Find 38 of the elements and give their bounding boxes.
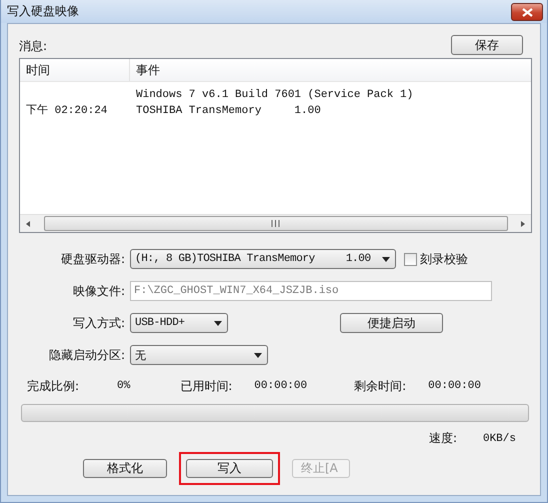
messages-label: 消息: [19, 38, 48, 55]
window-title: 写入硬盘映像 [7, 3, 79, 20]
close-button[interactable] [511, 3, 543, 21]
caret-icon [382, 256, 390, 262]
grip-icon [271, 220, 280, 227]
horizontal-scrollbar[interactable] [20, 214, 531, 232]
stat-label: 剩余时间: [354, 378, 406, 394]
action-button[interactable]: 写入 [186, 459, 273, 478]
table-cell: TOSHIBA TransMemory 1.00 [136, 104, 321, 116]
scroll-thumb[interactable] [44, 216, 508, 231]
field-label: 硬盘驱动器: [60, 250, 125, 268]
speed-label: 速度: [428, 430, 457, 447]
scroll-right-icon [518, 220, 526, 228]
table-cell: 下午 02:20:24 [26, 104, 108, 116]
dropdown[interactable]: USB-HDD+ [130, 313, 228, 333]
close-icon [522, 8, 532, 16]
checkbox[interactable] [404, 252, 417, 266]
stat-label: 已用时间: [180, 378, 232, 394]
field-label: 隐藏启动分区: [48, 346, 125, 364]
caret-icon [214, 320, 222, 326]
action-button[interactable]: 格式化 [83, 459, 167, 478]
scroll-left-icon [25, 220, 33, 228]
stat-value: 00:00:00 [254, 380, 308, 392]
speed-value: 0KB/s [482, 432, 516, 444]
checkbox-label: 刻录校验 [420, 250, 468, 268]
dropdown[interactable]: (H:, 8 GB)TOSHIBA TransMemory 1.00 [130, 249, 396, 269]
caret-icon [254, 352, 262, 358]
stat-label: 完成比例: [27, 378, 80, 394]
quick-boot-button[interactable]: 便捷启动 [340, 313, 443, 333]
save-button[interactable]: 保存 [451, 35, 523, 55]
column-header[interactable]: 事件 [130, 59, 160, 81]
column-header[interactable]: 时间 [20, 59, 130, 81]
stat-value: 00:00:00 [428, 380, 481, 392]
stat-value: 0% [117, 380, 130, 392]
table-cell: Windows 7 v6.1 Build 7601 (Service Pack 1) [136, 88, 414, 100]
field-label: 映像文件: [72, 282, 125, 300]
dropdown[interactable]: 无 [130, 345, 268, 365]
field-label: 写入方式: [72, 314, 125, 332]
